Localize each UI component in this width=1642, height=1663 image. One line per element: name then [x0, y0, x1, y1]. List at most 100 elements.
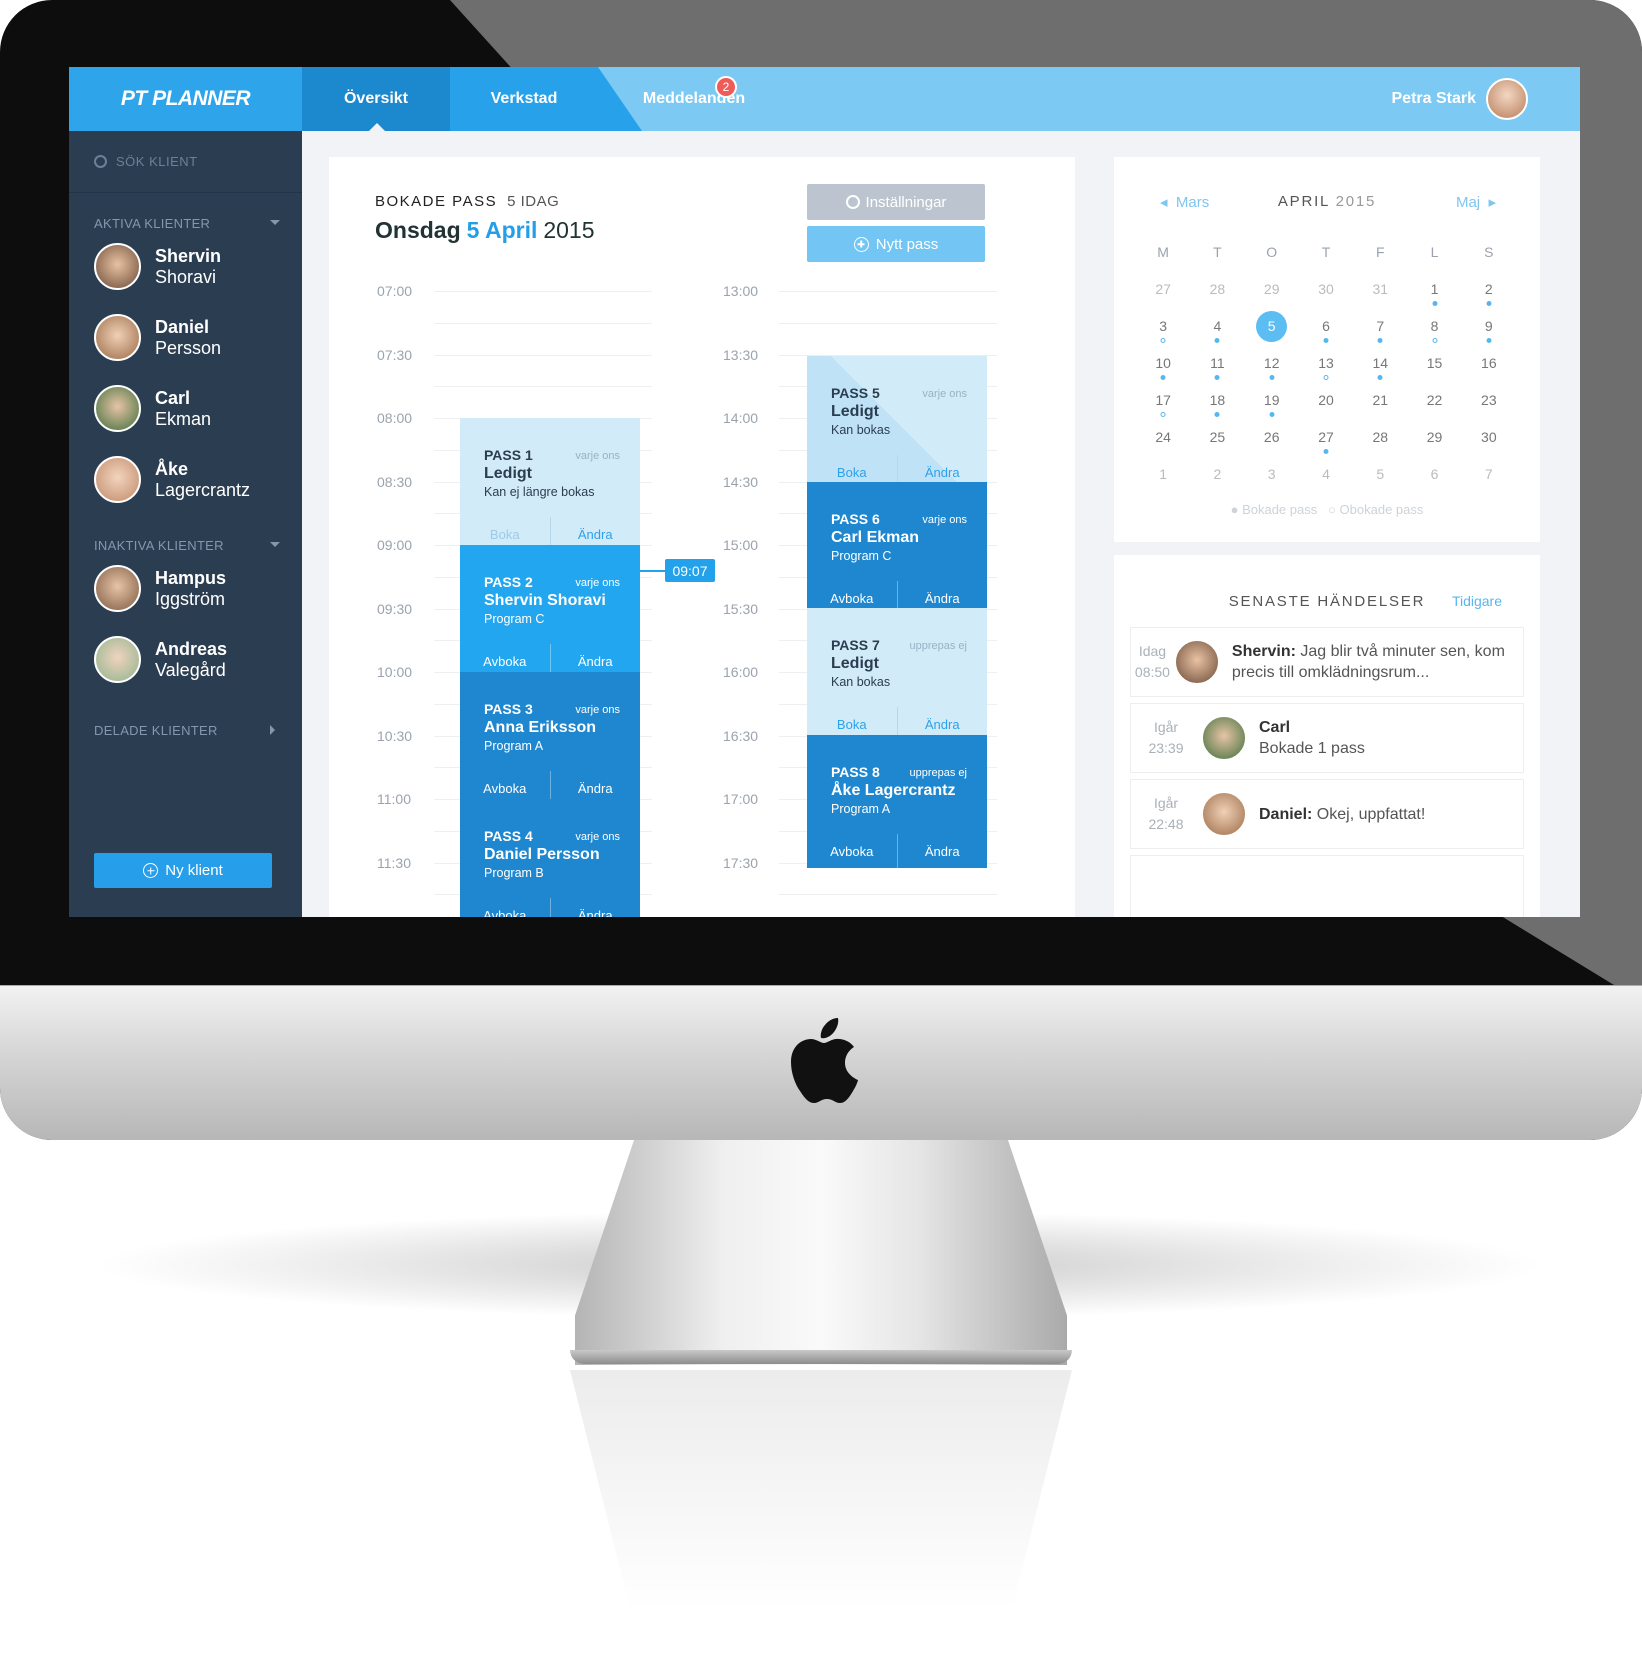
- unbooked-dot: [1160, 412, 1166, 417]
- new-client-button[interactable]: Ny klient: [94, 853, 272, 888]
- calendar-day[interactable]: 4: [1190, 311, 1244, 348]
- session-recurrence: varje ons: [922, 388, 967, 400]
- calendar-day[interactable]: 8: [1407, 311, 1461, 348]
- calendar-day[interactable]: 27: [1136, 274, 1190, 311]
- calendar-day[interactable]: 9: [1462, 311, 1516, 348]
- calendar-day[interactable]: 26: [1245, 422, 1299, 459]
- calendar-day[interactable]: 3: [1136, 311, 1190, 348]
- session-edit-action[interactable]: Ändra: [551, 898, 641, 918]
- calendar-day[interactable]: 5: [1353, 459, 1407, 496]
- event-day: Igår: [1153, 795, 1179, 811]
- new-session-button[interactable]: Nytt pass: [807, 226, 985, 262]
- time-label: 16:30: [723, 727, 759, 744]
- time-label: 14:00: [723, 410, 759, 426]
- session-label: PASS 7: [831, 637, 880, 653]
- event-item[interactable]: Igår 23:39 Carl Bokade 1 pass: [1130, 703, 1524, 773]
- event-item[interactable]: [1130, 855, 1524, 917]
- calendar-day[interactable]: 24: [1136, 422, 1190, 459]
- client-search[interactable]: SÖK KLIENT: [69, 131, 302, 193]
- calendar-day[interactable]: 6: [1299, 311, 1353, 348]
- calendar-day[interactable]: 4: [1299, 459, 1353, 496]
- session-block[interactable]: PASS 2 varje ons Shervin Shoravi Program CA…: [460, 545, 640, 678]
- active-clients-header[interactable]: AKTIVA KLIENTER: [69, 216, 302, 231]
- session-block[interactable]: PASS 7 upprepas ej Ledigt Kan bokas Boka Ändr…: [807, 608, 987, 741]
- calendar-day[interactable]: 3: [1245, 459, 1299, 496]
- calendar-day[interactable]: 10: [1136, 348, 1190, 385]
- inactive-clients-title: INAKTIVA KLIENTER: [94, 538, 224, 553]
- imac-stand: [575, 1140, 1067, 1365]
- calendar-day[interactable]: 1: [1407, 274, 1461, 311]
- event-author: Shervin:: [1231, 643, 1296, 660]
- calendar-day[interactable]: 22: [1407, 385, 1461, 422]
- unbooked-dot: [1160, 338, 1166, 343]
- user-avatar[interactable]: [1486, 78, 1528, 120]
- session-block[interactable]: PASS 8 upprepas ej Åke Lagercrantz Program …: [807, 735, 987, 868]
- calendar-day[interactable]: 29: [1245, 274, 1299, 311]
- time-label: 13:00: [723, 283, 759, 299]
- session-primary-action[interactable]: Avboka: [460, 898, 551, 917]
- calendar-day[interactable]: 27: [1299, 422, 1353, 459]
- session-block[interactable]: PASS 5 varje ons Ledigt Kan bokas Boka Ändra: [807, 356, 987, 489]
- time-label: 11:00: [377, 791, 411, 807]
- chevron-right-icon: [270, 725, 280, 735]
- calendar-day[interactable]: 6: [1407, 459, 1461, 496]
- calendar-day[interactable]: 28: [1353, 422, 1407, 459]
- session-block[interactable]: PASS 6 varje ons Carl Ekman Program C Avboka…: [807, 482, 987, 615]
- calendar-day[interactable]: 13: [1299, 348, 1353, 385]
- shared-clients-header[interactable]: DELADE KLIENTER: [69, 723, 302, 738]
- calendar-day[interactable]: 17: [1136, 385, 1190, 422]
- event-item[interactable]: Igår 22:48 Daniel: Okej, uppfattat!: [1130, 779, 1524, 849]
- tab-verkstad[interactable]: Verkstad: [450, 67, 598, 131]
- inactive-clients-header[interactable]: INAKTIVA KLIENTER: [69, 538, 302, 553]
- weekday-header: O: [1266, 244, 1278, 260]
- calendar-day[interactable]: 2: [1190, 459, 1244, 496]
- calendar-day[interactable]: 18: [1190, 385, 1244, 422]
- calendar-day[interactable]: 1: [1136, 459, 1190, 496]
- calendar-day[interactable]: 29: [1407, 422, 1461, 459]
- calendar-day[interactable]: 19: [1245, 385, 1299, 422]
- client-item[interactable]: Andreas Valegård: [69, 624, 302, 695]
- calendar-day[interactable]: 7: [1462, 459, 1516, 496]
- session-block[interactable]: PASS 1 varje ons Ledigt Kan ej längre bokas…: [460, 418, 640, 551]
- session-edit-action[interactable]: Ändra: [898, 834, 988, 868]
- new-session-label: Nytt pass: [875, 235, 939, 253]
- calendar-day-today[interactable]: 5: [1245, 311, 1299, 348]
- client-last-name: Persson: [155, 337, 222, 358]
- calendar-day[interactable]: 21: [1353, 385, 1407, 422]
- client-item[interactable]: Shervin Shoravi: [69, 231, 302, 302]
- event-author: Carl: [1259, 719, 1291, 736]
- calendar-day[interactable]: 30: [1299, 274, 1353, 311]
- earlier-link[interactable]: Tidigare: [1452, 593, 1502, 609]
- session-block[interactable]: PASS 3 varje ons Anna Eriksson Program A Avb…: [460, 672, 640, 805]
- settings-button[interactable]: Inställningar: [807, 184, 985, 220]
- session-count: 5 IDAG: [507, 193, 560, 210]
- calendar-day[interactable]: 31: [1353, 274, 1407, 311]
- tab-oversikt[interactable]: Översikt: [302, 67, 450, 131]
- client-item[interactable]: Daniel Persson: [69, 302, 302, 373]
- user-menu[interactable]: Petra Stark: [1392, 67, 1528, 131]
- app-logo[interactable]: PT PLANNER: [69, 67, 302, 131]
- calendar-day[interactable]: 11: [1190, 348, 1244, 385]
- booked-dot: [1269, 412, 1275, 417]
- calendar-day[interactable]: 20: [1299, 385, 1353, 422]
- next-month-button[interactable]: Maj ▸: [1456, 193, 1496, 211]
- session-block[interactable]: PASS 4 varje ons Daniel Persson Program B Av…: [460, 799, 640, 917]
- calendar-day[interactable]: 16: [1462, 348, 1516, 385]
- tab-meddelanden[interactable]: Meddelanden: [609, 67, 779, 131]
- session-primary-action[interactable]: Avboka: [807, 834, 898, 868]
- calendar-day[interactable]: 7: [1353, 311, 1407, 348]
- calendar-day[interactable]: 14: [1353, 348, 1407, 385]
- calendar-day[interactable]: 12: [1245, 348, 1299, 385]
- calendar-day[interactable]: 23: [1462, 385, 1516, 422]
- client-item[interactable]: Carl Ekman: [69, 373, 302, 444]
- calendar-day[interactable]: 2: [1462, 274, 1516, 311]
- session-client: Shervin Shoravi: [484, 592, 606, 609]
- calendar-day[interactable]: 28: [1190, 274, 1244, 311]
- calendar-day[interactable]: 15: [1407, 348, 1461, 385]
- client-item[interactable]: Åke Lagercrantz: [69, 444, 302, 515]
- event-item[interactable]: Idag 08:50 Shervin: Jag blir två minuter s…: [1130, 627, 1524, 697]
- calendar-day[interactable]: 25: [1190, 422, 1244, 459]
- calendar-day[interactable]: 30: [1462, 422, 1516, 459]
- booked-dot: [1323, 338, 1329, 343]
- client-item[interactable]: Hampus Iggström: [69, 553, 302, 624]
